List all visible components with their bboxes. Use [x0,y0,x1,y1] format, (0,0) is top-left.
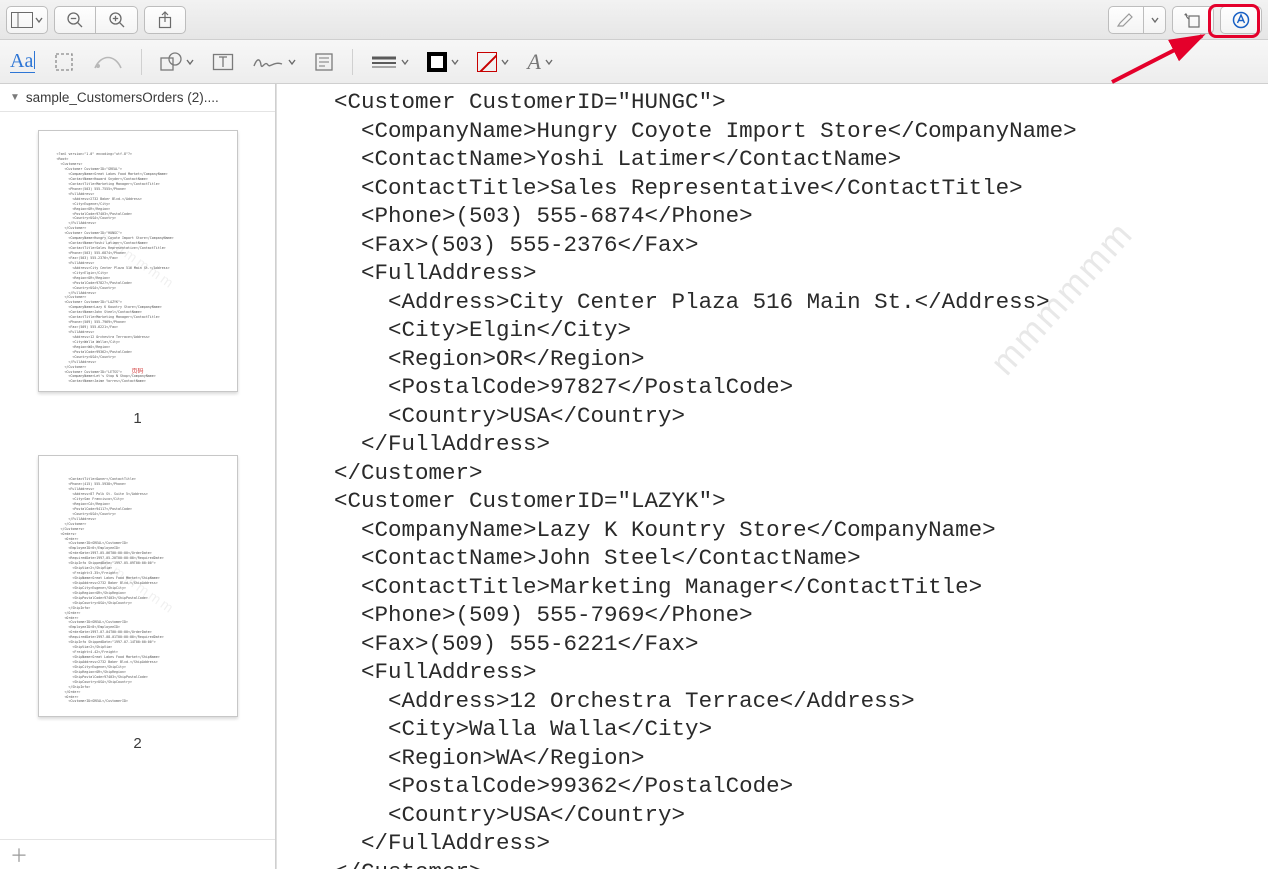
thumbnail-list: mmmmmm<?xml version="1.0" encoding="utf-… [0,112,275,839]
thumbnails-sidebar: ▼ sample_CustomersOrders (2).... mmmmmm<… [0,84,276,869]
toolbar-separator [141,49,142,75]
text-tool-icon: Aa [10,51,35,73]
font-style-button[interactable]: A [527,46,552,78]
font-style-icon: A [527,49,540,75]
rotate-button[interactable] [1172,6,1214,34]
text-tool-button[interactable]: Aa [10,46,35,78]
note-icon [314,52,334,72]
zoom-out-button[interactable] [54,6,96,34]
selection-tool-button[interactable] [53,46,75,78]
redact-tool-button[interactable] [93,46,123,78]
markup-button[interactable] [1220,6,1262,34]
plus-icon: ＋ [10,842,28,868]
line-style-icon [371,55,397,69]
file-header[interactable]: ▼ sample_CustomersOrders (2).... [0,84,275,112]
note-tool-button[interactable] [314,46,334,78]
share-button[interactable] [144,6,186,34]
highlight-button[interactable] [1108,6,1144,34]
zoom-in-button[interactable] [96,6,138,34]
markup-toolbar: Aa A [0,40,1268,84]
highlight-button-group [1108,6,1166,34]
zoom-button-group [54,6,138,34]
page-number-label: 1 [133,410,141,427]
document-view[interactable]: mmmmmm <Customer CustomerID="HUNGC"> <Co… [276,84,1268,869]
textbox-icon [212,52,234,72]
file-name-label: sample_CustomersOrders (2).... [26,90,219,105]
sign-tool-button[interactable] [252,46,296,78]
border-color-swatch [427,52,447,72]
sidebar-toggle-button[interactable] [6,6,48,34]
add-page-button[interactable]: ＋ [0,839,275,869]
textbox-tool-button[interactable] [212,46,234,78]
fill-color-swatch [477,52,497,72]
highlight-dropdown-button[interactable] [1144,6,1166,34]
border-color-button[interactable] [427,46,459,78]
thumbnail-footer: 页码 [39,368,237,377]
shapes-icon [160,52,182,72]
document-text: <Customer CustomerID="HUNGC"> <CompanyNa… [307,88,1268,869]
line-style-button[interactable] [371,46,409,78]
toolbar-separator [352,49,353,75]
page-number-label: 2 [133,735,141,752]
main-toolbar [0,0,1268,40]
fill-color-button[interactable] [477,46,509,78]
page-thumbnail-2[interactable]: mmmmmm <ContactTitle>Owner</ContactTitle… [0,455,275,752]
selection-icon [53,51,75,73]
redact-icon [93,52,123,72]
signature-icon [252,52,284,72]
shapes-tool-button[interactable] [160,46,194,78]
disclosure-triangle-icon: ▼ [10,92,20,103]
page-thumbnail-1[interactable]: mmmmmm<?xml version="1.0" encoding="utf-… [0,130,275,427]
